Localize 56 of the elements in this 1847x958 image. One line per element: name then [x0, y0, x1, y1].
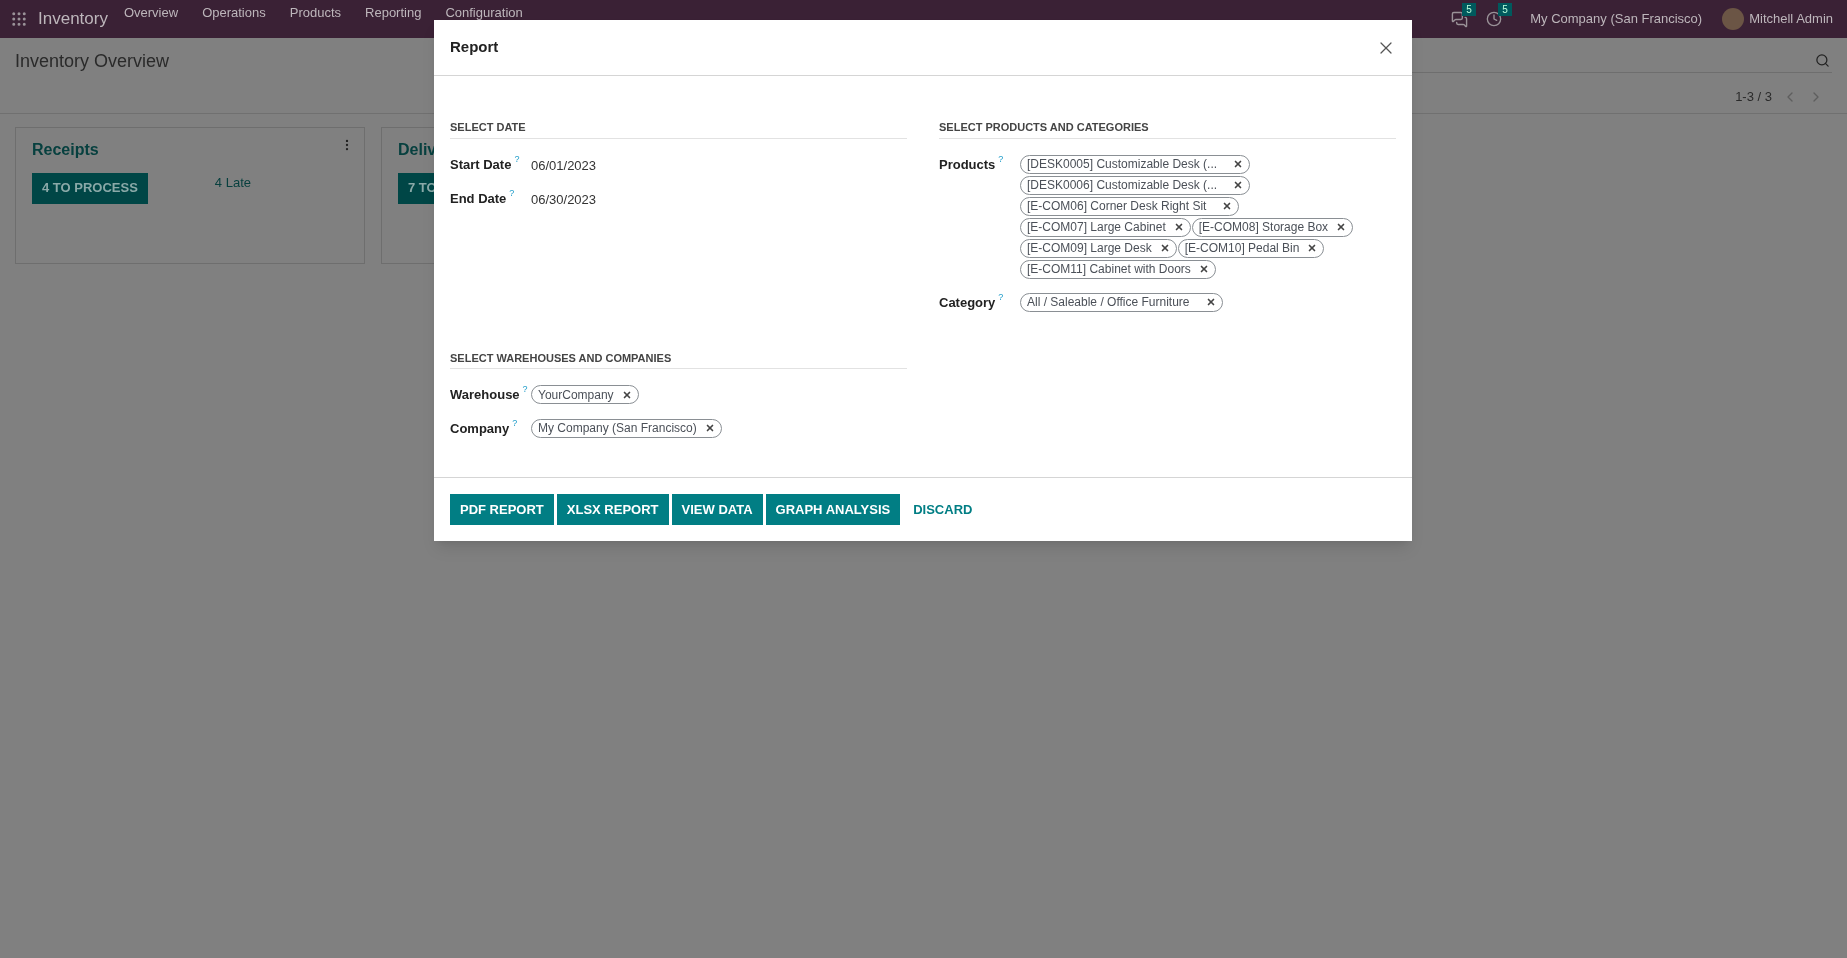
field-label: Category	[939, 293, 996, 312]
remove-icon[interactable]	[1205, 297, 1216, 307]
help-mark[interactable]: ?	[998, 290, 1004, 304]
remove-icon[interactable]	[1307, 243, 1318, 253]
help-mark[interactable]: ?	[522, 383, 528, 397]
remove-icon[interactable]	[704, 423, 715, 433]
date-field[interactable]: 06/30/2023	[531, 187, 597, 210]
dialog-button[interactable]: PDF REPORT	[450, 494, 554, 525]
pager-value: 1-3 / 3	[1735, 88, 1772, 106]
app-name[interactable]: Inventory	[38, 6, 108, 32]
field-label: Products	[939, 155, 996, 174]
remove-icon[interactable]	[1198, 264, 1209, 274]
menu-item[interactable]: Operations	[202, 3, 266, 23]
help-mark[interactable]: ?	[998, 152, 1004, 166]
dialog-button[interactable]: XLSX REPORT	[556, 494, 669, 525]
dialog-button[interactable]: VIEW DATA	[671, 494, 763, 525]
help-mark[interactable]: ?	[509, 187, 515, 201]
remove-icon[interactable]	[1233, 180, 1244, 190]
card-title[interactable]: Receipts	[32, 140, 99, 158]
tags-field[interactable]: All / Saleable / Office Furniture	[1020, 290, 1223, 312]
remove-icon[interactable]	[1159, 243, 1170, 253]
to-process-button[interactable]: 4 TO PROCESS	[32, 172, 148, 204]
help-mark[interactable]: ?	[512, 416, 518, 430]
section-heading: SELECT WAREHOUSES AND COMPANIES	[450, 349, 907, 369]
dialog-button[interactable]: GRAPH ANALYSIS	[765, 494, 901, 525]
company-switcher[interactable]: My Company (San Francisco)	[1530, 9, 1703, 29]
menu-item[interactable]: Products	[289, 3, 342, 23]
apps-menu-icon[interactable]	[10, 10, 28, 28]
dialog-title: Report	[450, 37, 499, 58]
message-count-badge: 5	[1462, 2, 1476, 16]
field-label: Start Date	[450, 155, 512, 174]
field-label: Warehouse	[450, 386, 520, 404]
remove-icon[interactable]	[1336, 222, 1347, 232]
tags-field[interactable]: My Company (San Francisco)	[531, 416, 722, 438]
clock-icon[interactable]	[1486, 11, 1503, 27]
activity-count-badge: 5	[1498, 3, 1512, 16]
discard-button[interactable]: DISCARD	[903, 494, 983, 525]
remove-icon[interactable]	[1233, 159, 1244, 169]
late-link[interactable]: 4 Late	[214, 172, 251, 192]
remove-icon[interactable]	[1173, 222, 1184, 232]
remove-icon[interactable]	[621, 389, 632, 400]
help-mark[interactable]: ?	[514, 152, 520, 166]
section-heading: SELECT DATE	[450, 119, 907, 139]
user-name[interactable]: Mitchell Admin	[1749, 9, 1833, 29]
date-field[interactable]: 06/01/2023	[531, 152, 597, 175]
menu-item[interactable]: Reporting	[365, 3, 422, 23]
tags-field[interactable]: YourCompany	[531, 383, 639, 405]
card-title[interactable]: Deliv	[398, 140, 437, 158]
search-icon[interactable]	[1815, 53, 1830, 68]
menu-item[interactable]: Configuration	[445, 3, 523, 23]
menu-item[interactable]: Overview	[123, 3, 179, 23]
field-label: End Date	[450, 190, 507, 208]
field-label: Company	[450, 419, 510, 438]
page-title: Inventory Overview	[15, 50, 170, 73]
remove-icon[interactable]	[1222, 201, 1233, 211]
section-heading: SELECT PRODUCTS AND CATEGORIES	[939, 119, 1396, 139]
